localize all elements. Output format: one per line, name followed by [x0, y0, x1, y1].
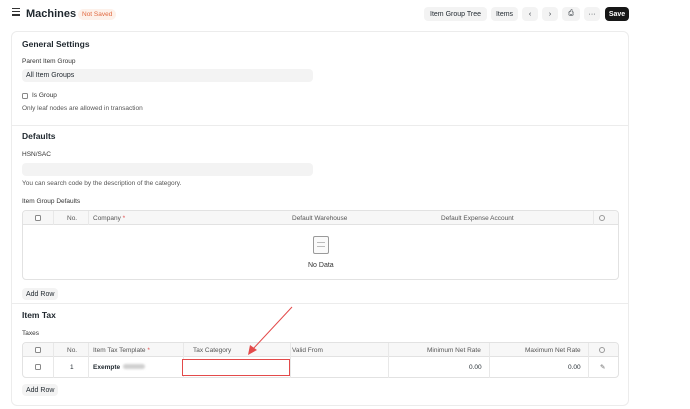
add-row-button-taxes[interactable]: Add Row — [22, 384, 59, 396]
annotation-arrow — [248, 306, 293, 355]
annotation-arrow-line — [251, 306, 293, 351]
